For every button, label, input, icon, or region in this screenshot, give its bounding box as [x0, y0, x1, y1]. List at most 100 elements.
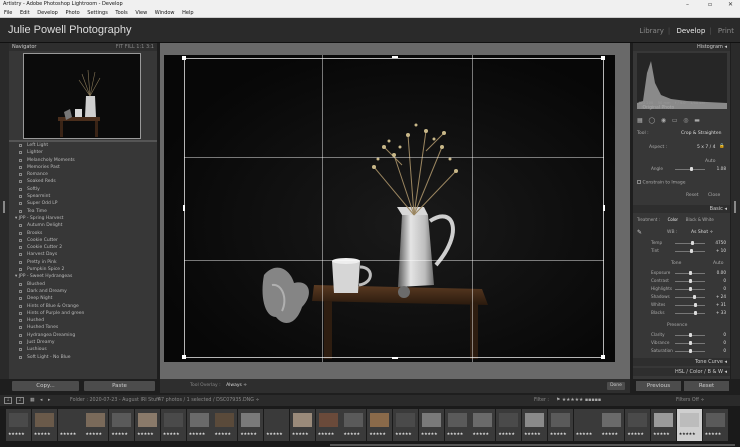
aspect-select[interactable]: 5 x 7 / 4	[697, 145, 716, 150]
slider-vibrance[interactable]: Vibrance 0	[637, 340, 726, 346]
preset-item[interactable]: Hushed Tones	[11, 324, 155, 331]
filmstrip-thumb[interactable]: ★★★★★	[315, 409, 341, 441]
filmstrip-thumb[interactable]: ★★★★★	[444, 409, 470, 441]
crop-handle-top-right[interactable]	[601, 56, 605, 60]
done-button[interactable]: Done	[607, 382, 625, 390]
crop-handle-bottom-left[interactable]	[182, 355, 186, 359]
crop-close-button[interactable]: Close	[708, 193, 720, 198]
crop-frame[interactable]	[184, 58, 604, 358]
preset-item[interactable]: Hushed	[11, 317, 155, 324]
filmstrip-thumb[interactable]: ★★★★★	[367, 409, 393, 441]
spot-removal-icon[interactable]: ◯	[648, 117, 655, 124]
crop-handle-top[interactable]	[392, 56, 398, 58]
tone-auto[interactable]: Auto	[713, 261, 723, 266]
previous-button[interactable]: Previous	[636, 381, 681, 391]
preset-item[interactable]: Cookie Cutter	[11, 237, 155, 244]
preset-item[interactable]: Pretty in Pink	[11, 259, 155, 266]
angle-auto[interactable]: Auto	[705, 159, 715, 164]
slider-knob[interactable]	[692, 295, 696, 299]
slider-knob[interactable]	[689, 349, 692, 353]
filmstrip-thumb[interactable]: ★★★★★	[547, 409, 573, 441]
filmstrip-thumb[interactable]: ★★★★★	[625, 409, 651, 441]
preset-item[interactable]: Romance	[11, 171, 155, 178]
preset-item[interactable]: Lighter	[11, 149, 155, 156]
filmstrip-thumb[interactable]: ★★★★★	[289, 409, 315, 441]
preset-folder[interactable]: ▾ JPP - Spring Harvest	[11, 215, 155, 222]
menu-view[interactable]: View	[135, 10, 147, 16]
slider-tint[interactable]: Tint + 10	[637, 248, 726, 254]
checkbox-icon[interactable]	[637, 105, 641, 109]
slider-track[interactable]	[675, 297, 705, 298]
minimize-icon[interactable]: –	[686, 0, 689, 9]
crop-handle-bottom[interactable]	[392, 357, 398, 359]
filmstrip-thumb[interactable]: ★★★★★	[83, 409, 109, 441]
preset-item[interactable]: Hints of Purple and green	[11, 310, 155, 317]
filmstrip-thumb[interactable]: ★★★★★	[186, 409, 212, 441]
photo-count[interactable]: 47 photos / 1 selected / DSC07935.DNG ÷	[158, 395, 260, 406]
preset-item[interactable]: Soft Light - No Blue	[11, 354, 155, 361]
checkbox-icon[interactable]	[637, 180, 641, 184]
preset-item[interactable]: Spearmint	[11, 193, 155, 200]
navigator-zoom-options[interactable]: FIT FILL 1:1 3:1	[116, 43, 154, 51]
preset-item[interactable]: Pumpkin Spice 2	[11, 266, 155, 273]
slider-track[interactable]	[675, 313, 705, 314]
graduated-filter-icon[interactable]: ▭	[672, 117, 678, 124]
filmstrip-thumb[interactable]: ★★★★★	[109, 409, 135, 441]
wb-select[interactable]: As Shot ÷	[691, 230, 713, 235]
filmstrip-thumb[interactable]: ★★★★★	[496, 409, 522, 441]
right-panel-toggle-icon[interactable]	[734, 201, 736, 213]
menu-settings[interactable]: Settings	[87, 10, 108, 16]
redeye-icon[interactable]: ◉	[661, 117, 666, 124]
slider-clarity[interactable]: Clarity 0	[637, 332, 726, 338]
module-develop[interactable]: Develop	[676, 27, 705, 35]
menu-develop[interactable]: Develop	[37, 10, 58, 16]
preset-item[interactable]: Super Odd LP	[11, 200, 155, 207]
filmstrip-thumb[interactable]: ★★★★★	[522, 409, 547, 441]
menu-tools[interactable]: Tools	[115, 10, 127, 16]
folder-path[interactable]: Folder : 2020-07-23 - August IRI Stuff	[70, 395, 159, 406]
preset-folder[interactable]: ▾ JPP - Sweet Hydrangeas	[11, 273, 155, 280]
preset-item[interactable]: Soaked Reds	[11, 178, 155, 185]
filmstrip-thumb[interactable]: ★★★★★	[135, 409, 160, 441]
slider-track[interactable]	[675, 305, 705, 306]
filmstrip-thumb[interactable]: ★★★★★	[212, 409, 238, 441]
lock-icon[interactable]: 🔒	[719, 144, 725, 149]
preset-item[interactable]: Harvest Days	[11, 251, 155, 258]
filmstrip-thumb[interactable]: ★★★★★	[160, 409, 186, 441]
reset-button[interactable]: Reset	[684, 381, 729, 391]
crop-tool-icon[interactable]: ▦	[637, 117, 643, 124]
histogram-header[interactable]: Histogram ◂	[633, 43, 730, 51]
preset-item[interactable]: Dark and Dreamy	[11, 288, 155, 295]
eyedropper-icon[interactable]: ✎	[637, 229, 642, 236]
filmstrip-thumb[interactable]: ★★★★★	[57, 409, 83, 441]
slider-whites[interactable]: Whites + 31	[637, 302, 726, 308]
slider-knob[interactable]	[689, 249, 693, 253]
filmstrip-thumb[interactable]: ★★★★★	[418, 409, 444, 441]
slider-blacks[interactable]: Blacks + 33	[637, 310, 726, 316]
preset-item[interactable]: Softly	[11, 186, 155, 193]
slider-knob[interactable]	[689, 287, 692, 291]
preset-item[interactable]: Just Dreamy	[11, 339, 155, 346]
menu-edit[interactable]: Edit	[20, 10, 30, 16]
tone-curve-header[interactable]: Tone Curve ◂	[633, 358, 730, 366]
filmstrip-scrollbar[interactable]	[330, 444, 735, 446]
filter-flags-icon[interactable]: ⚑ ★★★★★ ▪▪▪▪▪	[556, 395, 601, 406]
navigator-preview[interactable]	[23, 53, 141, 139]
treatment-bw[interactable]: Black & White	[686, 217, 714, 222]
filmstrip-thumb[interactable]: ★★★★★	[264, 409, 289, 441]
hsl-header[interactable]: HSL / Color / B & W ◂	[633, 368, 730, 376]
slider-knob[interactable]	[693, 303, 697, 307]
menu-file[interactable]: File	[4, 10, 12, 16]
filmstrip-thumb[interactable]: ★★★★★	[573, 409, 599, 441]
filters-off-select[interactable]: Filters Off ÷	[676, 395, 705, 406]
filmstrip-thumb[interactable]: ★★★★★	[702, 409, 728, 441]
page-1-button[interactable]: 1	[4, 397, 12, 404]
slider-temp[interactable]: Temp 4750	[637, 240, 726, 246]
slider-exposure[interactable]: Exposure 0.00	[637, 270, 726, 276]
crop-reset-button[interactable]: Reset	[686, 193, 699, 198]
filmstrip-thumb[interactable]: ★★★★★	[676, 409, 702, 441]
angle-slider[interactable]: Angle 1.08	[637, 166, 726, 172]
crop-handle-left[interactable]	[183, 205, 185, 211]
filmstrip-thumb[interactable]: ★★★★★	[31, 409, 57, 441]
back-arrow-icon[interactable]: ◂	[40, 395, 42, 406]
